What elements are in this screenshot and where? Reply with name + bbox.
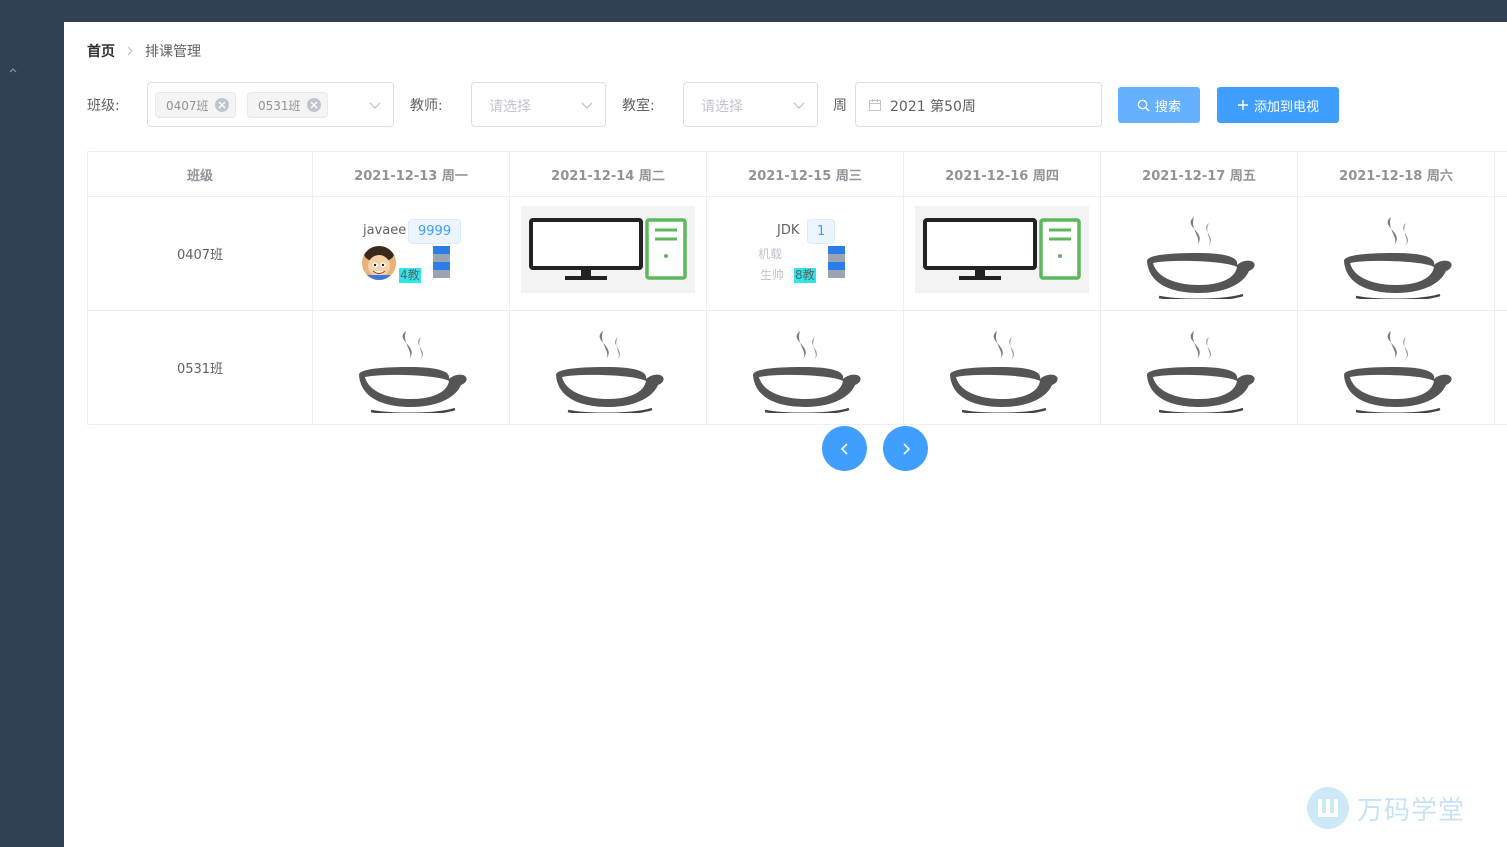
watermark-logo-icon: [1307, 787, 1349, 829]
breadcrumb-home[interactable]: 首页: [87, 41, 115, 61]
header-day: 2021-12-16 周四: [904, 152, 1101, 197]
add-to-tv-button[interactable]: 添加到电视: [1217, 87, 1339, 123]
schedule-slot[interactable]: [510, 311, 707, 425]
schedule-slot[interactable]: [510, 197, 707, 311]
teacher-count: 4教: [399, 268, 421, 283]
chevron-right-icon: [902, 442, 910, 455]
coffee-cup-icon: [753, 330, 861, 413]
course-name: javaee: [363, 223, 407, 238]
breadcrumb: 首页 排课管理: [87, 41, 201, 61]
class-tag: 0531班: [247, 92, 328, 118]
teacher-avatar: [362, 246, 396, 280]
header-class: 班级: [88, 152, 313, 197]
week-picker[interactable]: 2021 第50周: [855, 82, 1102, 127]
chevron-right-icon: [127, 46, 133, 56]
search-button-label: 搜索: [1154, 99, 1181, 115]
close-circle-icon[interactable]: [214, 98, 229, 112]
chevron-down-icon: [581, 102, 593, 109]
schedule-slot-overflow: [1495, 311, 1507, 425]
schedule-slot[interactable]: [1298, 197, 1495, 311]
calendar-icon: [869, 99, 881, 111]
class-select[interactable]: 0407班 0531班: [147, 82, 394, 127]
header-day: 2021-12-18 周六: [1298, 152, 1495, 197]
computer-icon: [521, 206, 695, 293]
week-value: 2021 第50周: [890, 99, 976, 115]
filter-bar: 班级: 0407班 0531班 教师: 请选择 教室: 请选择 周 2021 第…: [87, 82, 1387, 128]
schedule-slot-overflow: [1495, 197, 1507, 311]
watermark-text: 万码学堂: [1357, 795, 1466, 826]
room-filter-label: 教室:: [622, 98, 655, 114]
header-overflow: [1495, 152, 1507, 197]
class-filter-label: 班级:: [87, 98, 120, 114]
schedule-slot[interactable]: JDK 1 机载 生帅 8教: [707, 197, 904, 311]
coffee-cup-icon: [1147, 216, 1255, 299]
header-day: 2021-12-15 周三: [707, 152, 904, 197]
coffee-cup-icon: [950, 330, 1058, 413]
breadcrumb-current: 排课管理: [145, 44, 201, 60]
schedule-row: 0531班: [88, 311, 1507, 425]
schedule-table: 班级 2021-12-13 周一 2021-12-14 周二 2021-12-1…: [87, 151, 1507, 425]
coffee-cup-icon: [1344, 216, 1452, 299]
schedule-row: 0407班 javaee 9999 4教 JDK 1 机载 生帅 8教: [88, 197, 1507, 311]
row-class-name: 0407班: [88, 197, 313, 311]
course-card[interactable]: javaee 9999 4教: [313, 197, 509, 310]
search-button[interactable]: 搜索: [1118, 87, 1200, 123]
coffee-cup-icon: [556, 330, 664, 413]
course-count-badge: 9999: [408, 219, 462, 244]
class-tag: 0407班: [155, 92, 236, 118]
schedule-slot[interactable]: [1101, 197, 1298, 311]
next-week-button[interactable]: [883, 426, 928, 471]
schedule-slot[interactable]: [1298, 311, 1495, 425]
teacher-count: 8教: [794, 268, 816, 283]
prev-week-button[interactable]: [822, 426, 867, 471]
schedule-slot[interactable]: [1101, 311, 1298, 425]
top-navbar: [64, 0, 1507, 22]
teacher-select[interactable]: 请选择: [471, 82, 606, 127]
course-count-badge: 1: [807, 219, 836, 244]
sidebar: [0, 0, 64, 847]
schedule-slot[interactable]: [904, 311, 1101, 425]
search-icon: [1137, 99, 1150, 111]
schedule-slot[interactable]: [313, 311, 510, 425]
room-select-placeholder: 请选择: [701, 99, 743, 115]
close-circle-icon[interactable]: [306, 98, 321, 112]
class-tag-label: 0531班: [258, 98, 301, 113]
course-card[interactable]: JDK 1 机载 生帅 8教: [707, 197, 903, 310]
coffee-cup-icon: [1344, 330, 1452, 413]
schedule-slot[interactable]: [707, 311, 904, 425]
teacher-select-placeholder: 请选择: [489, 99, 531, 115]
header-day: 2021-12-17 周五: [1101, 152, 1298, 197]
schedule-header-row: 班级 2021-12-13 周一 2021-12-14 周二 2021-12-1…: [88, 152, 1507, 197]
room-indicator: [433, 246, 450, 278]
add-button-label: 添加到电视: [1253, 99, 1319, 115]
room-name: 机载: [758, 247, 783, 261]
chevron-down-icon: [793, 102, 805, 109]
chevron-up-icon[interactable]: [8, 66, 18, 76]
coffee-cup-icon: [1147, 330, 1255, 413]
main-content: 首页 排课管理 班级: 0407班 0531班 教师: 请选择 教室: 请选择: [64, 22, 1507, 847]
teacher-name: 生帅: [760, 268, 785, 282]
chevron-down-icon: [369, 102, 381, 109]
watermark: 万码学堂: [1307, 787, 1465, 829]
week-filter-label: 周: [833, 98, 847, 114]
plus-icon: [1237, 100, 1248, 110]
schedule-slot[interactable]: [904, 197, 1101, 311]
room-select[interactable]: 请选择: [683, 82, 818, 127]
class-tag-label: 0407班: [166, 98, 209, 113]
computer-icon: [915, 206, 1089, 293]
coffee-cup-icon: [359, 330, 467, 413]
room-indicator: [828, 246, 845, 278]
chevron-left-icon: [840, 442, 848, 455]
course-name: JDK: [777, 223, 800, 238]
row-class-name: 0531班: [88, 311, 313, 425]
teacher-filter-label: 教师:: [410, 98, 443, 114]
header-day: 2021-12-14 周二: [510, 152, 707, 197]
header-day: 2021-12-13 周一: [313, 152, 510, 197]
schedule-slot[interactable]: javaee 9999 4教: [313, 197, 510, 311]
